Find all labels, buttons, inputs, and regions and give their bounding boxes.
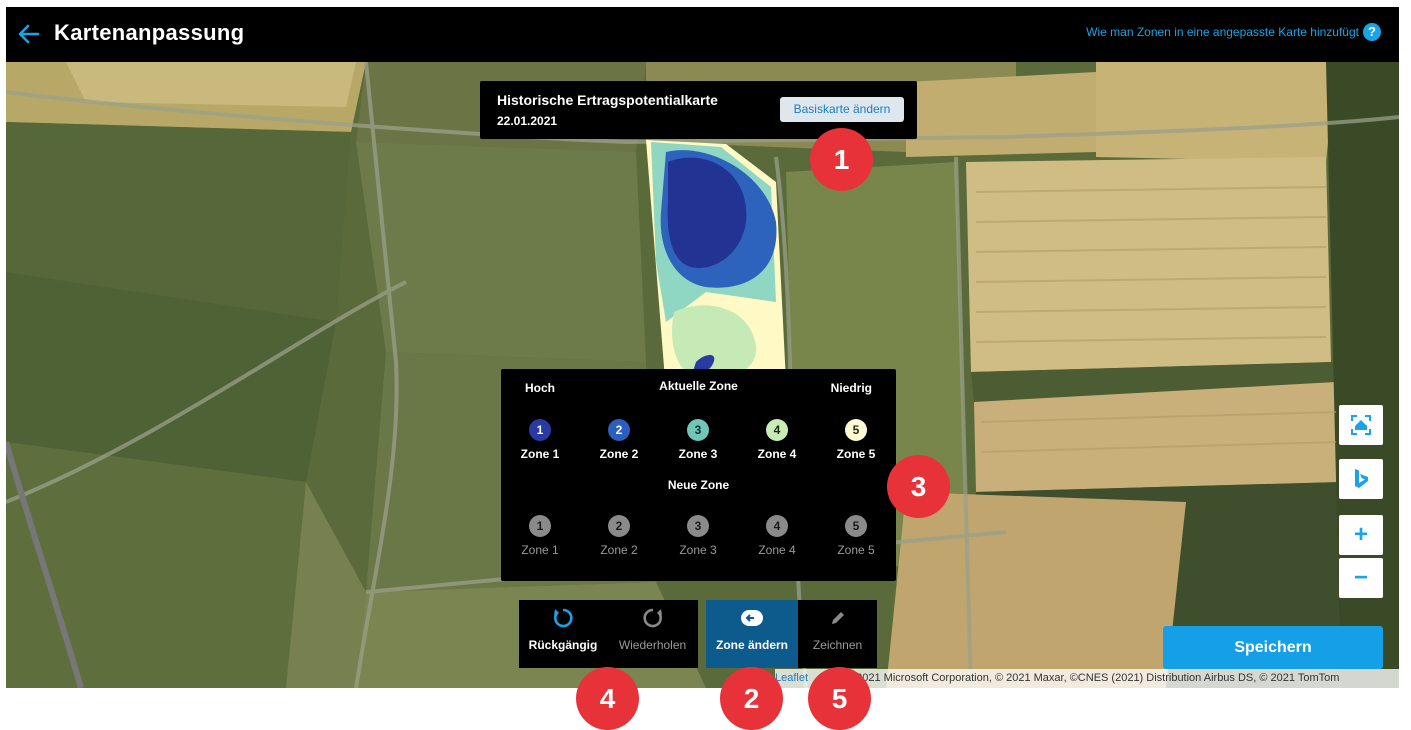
zone-dot: 3 [687,419,709,441]
zone-label: Zone 5 [837,543,875,557]
attribution-text: 2021 Microsoft Corporation, © 2021 Maxar… [856,672,1340,684]
current-zone-3[interactable]: 3 Zone 3 [668,419,728,461]
zone-panel: Hoch Aktuelle Zone Niedrig 1 Zone 1 2 Zo… [501,369,896,581]
new-zone-5[interactable]: 5 Zone 5 [826,515,886,557]
zone-label: Zone 3 [679,543,717,557]
new-zone-label: Neue Zone [667,478,730,492]
redo-icon [607,600,698,630]
change-basemap-button[interactable]: Basiskarte ändern [780,97,904,122]
help-icon[interactable]: ? [1363,23,1381,41]
change-zone-label: Zone ändern [715,638,788,652]
basemap-date: 22.01.2021 [497,114,558,128]
callout-badge-3: 3 [887,455,950,518]
swap-zone-icon [706,600,798,630]
app-header: Kartenanpassung Wie man Zonen in eine an… [6,7,1399,62]
zone-dot: 1 [529,419,551,441]
zone-dot: 1 [529,515,551,537]
new-zone-2[interactable]: 2 Zone 2 [589,515,649,557]
zoom-in-button[interactable]: + [1339,515,1383,555]
draw-label: Zeichnen [812,638,863,652]
zoom-out-button[interactable]: − [1339,558,1383,598]
zone-label: Zone 5 [836,447,876,461]
bing-icon[interactable] [1339,459,1383,499]
zone-label: Zone 2 [599,447,639,461]
undo-button[interactable]: Rückgängig [519,600,607,668]
pencil-icon [798,600,877,630]
edit-toolbar: Zone ändern Zeichnen [706,600,877,668]
map-attribution: Leaflet 2021 Microsoft Corporation, © 20… [775,669,1399,688]
zone-label: Zone 4 [757,447,797,461]
low-label: Niedrig [830,381,872,395]
leaflet-link[interactable]: Leaflet [775,672,808,684]
change-zone-button[interactable]: Zone ändern [706,600,798,668]
redo-label: Wiederholen [618,638,687,652]
current-zone-1[interactable]: 1 Zone 1 [510,419,570,461]
zone-dot: 3 [687,515,709,537]
page-title: Kartenanpassung [54,20,245,45]
callout-badge-2: 2 [720,667,783,730]
zone-label: Zone 1 [521,543,559,557]
back-arrow-icon[interactable] [16,19,46,49]
basemap-title: Historische Ertragspotentialkarte [497,92,718,108]
current-zone-2[interactable]: 2 Zone 2 [589,419,649,461]
zone-dot: 4 [766,515,788,537]
new-zone-4[interactable]: 4 Zone 4 [747,515,807,557]
zone-dot: 4 [766,419,788,441]
zone-dot: 5 [845,419,867,441]
zone-label: Zone 4 [758,543,796,557]
help-link[interactable]: Wie man Zonen in eine angepasste Karte h… [1086,25,1359,39]
zone-dot: 5 [845,515,867,537]
callout-badge-1: 1 [810,128,873,191]
home-frame-icon[interactable] [1339,405,1383,445]
new-zone-1[interactable]: 1 Zone 1 [510,515,570,557]
zone-dot: 2 [608,419,630,441]
zone-label: Zone 3 [678,447,718,461]
undo-icon [519,600,607,630]
zone-dot: 2 [608,515,630,537]
undo-label: Rückgängig [528,638,598,652]
current-zone-5[interactable]: 5 Zone 5 [826,419,886,461]
draw-button[interactable]: Zeichnen [798,600,877,668]
current-zone-4[interactable]: 4 Zone 4 [747,419,807,461]
zone-label: Zone 1 [520,447,560,461]
callout-badge-4: 4 [576,667,639,730]
zone-label: Zone 2 [600,543,638,557]
history-toolbar: Rückgängig Wiederholen [519,600,698,668]
callout-badge-5: 5 [808,667,871,730]
save-button[interactable]: Speichern [1163,626,1383,669]
redo-button[interactable]: Wiederholen [607,600,698,668]
new-zone-3[interactable]: 3 Zone 3 [668,515,728,557]
